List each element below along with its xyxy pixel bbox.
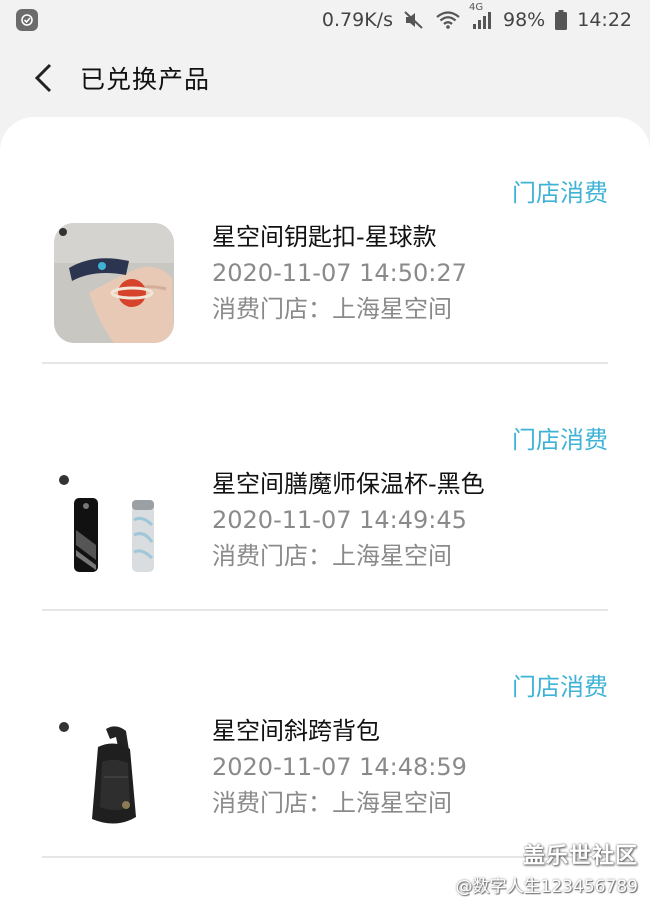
thermos-image [54, 470, 174, 590]
product-name: 星空间膳魔师保温杯-黑色 [212, 470, 485, 498]
store-name: 消费门店：上海星空间 [212, 295, 452, 323]
chevron-left-icon [34, 63, 52, 93]
watermark-title: 盖乐世社区 [522, 844, 638, 869]
product-name: 星空间钥匙扣-星球款 [212, 223, 437, 251]
redeem-time: 2020-11-07 14:48:59 [212, 753, 467, 781]
order-type-label: 门店消费 [512, 673, 608, 701]
order-type-label: 门店消费 [512, 426, 608, 454]
page-title: 已兑换产品 [80, 65, 211, 94]
redeem-time: 2020-11-07 14:49:45 [212, 506, 467, 534]
list-item[interactable]: 门店消费 星空间钥匙扣-星球款 2020-11-07 14:50:27 消费门店… [0, 117, 650, 364]
mute-icon [403, 10, 425, 30]
backpack-image [54, 717, 174, 837]
wifi-icon [435, 10, 461, 30]
product-name: 星空间斜跨背包 [212, 717, 380, 745]
redeem-time: 2020-11-07 14:50:27 [212, 259, 467, 287]
order-info: 星空间斜跨背包 2020-11-07 14:48:59 消费门店：上海星空间 [212, 715, 467, 819]
list-item[interactable]: 门店消费 星空间斜跨背包 2020-11-07 14:48:59 消费门店：上海… [0, 611, 650, 858]
cellular-signal-icon: 4G [469, 2, 493, 30]
order-info: 星空间膳魔师保温杯-黑色 2020-11-07 14:49:45 消费门店：上海… [212, 468, 485, 572]
order-info: 星空间钥匙扣-星球款 2020-11-07 14:50:27 消费门店：上海星空… [212, 221, 467, 325]
list-item[interactable]: 门店消费 星空间膳魔师保温杯-黑色 2020-11-07 14:49:45 消费… [0, 364, 650, 611]
clock: 14:22 [577, 9, 632, 31]
store-name: 消费门店：上海星空间 [212, 542, 452, 570]
back-button[interactable] [24, 58, 64, 98]
app-notification-icon [16, 9, 38, 31]
battery-icon [555, 10, 568, 30]
page-header: 已兑换产品 [0, 48, 650, 108]
keychain-image [54, 223, 174, 343]
battery-percent: 98% [503, 9, 546, 31]
watermark: 盖乐世社区 @数字人生123456789 [456, 838, 638, 897]
order-type-label: 门店消费 [512, 179, 608, 207]
redeemed-products-list: 门店消费 星空间钥匙扣-星球款 2020-11-07 14:50:27 消费门店… [0, 117, 650, 917]
watermark-subtitle: @数字人生123456789 [455, 877, 638, 897]
network-speed: 0.79K/s [321, 9, 393, 31]
status-bar: 0.79K/s 4G 98% 14:22 [0, 0, 650, 40]
network-type-label: 4G [469, 2, 484, 13]
store-name: 消费门店：上海星空间 [212, 789, 452, 817]
